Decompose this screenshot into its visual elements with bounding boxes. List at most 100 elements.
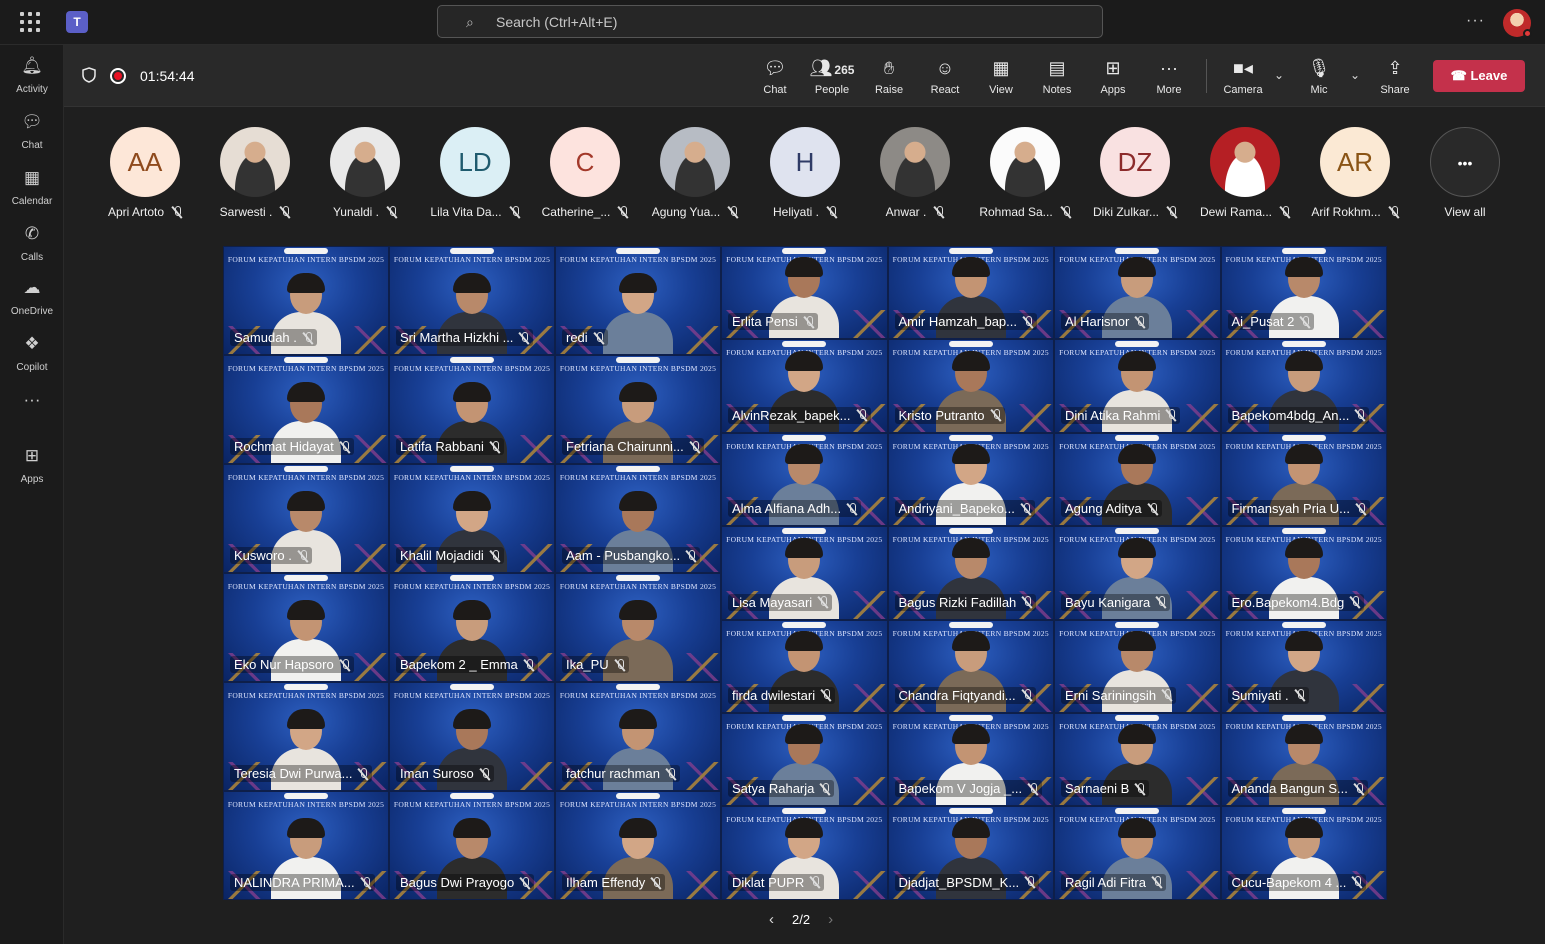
- video-tile[interactable]: FORUM KEPATUHAN INTERN BPSDM 2025 redi: [555, 246, 721, 355]
- next-page-icon[interactable]: ›: [828, 911, 833, 928]
- video-tile[interactable]: FORUM KEPATUHAN INTERN BPSDM 2025 NALINDR…: [223, 791, 389, 900]
- video-tile[interactable]: FORUM KEPATUHAN INTERN BPSDM 2025 Alma Al…: [721, 432, 888, 527]
- raise-button[interactable]: ✋︎ Raise: [861, 56, 917, 100]
- app-launcher-icon[interactable]: [20, 12, 40, 32]
- video-tile[interactable]: FORUM KEPATUHAN INTERN BPSDM 2025 Erlita …: [721, 246, 888, 340]
- roster-participant[interactable]: Yunaldi .: [310, 127, 420, 227]
- mic-button[interactable]: 🎙︎ Mic: [1291, 56, 1347, 100]
- video-tile[interactable]: FORUM KEPATUHAN INTERN BPSDM 2025 Bapekom…: [389, 573, 555, 682]
- event-banner-text: FORUM KEPATUHAN INTERN BPSDM 2025: [227, 691, 385, 700]
- rail-item-onedrive[interactable]: ☁ OneDrive: [0, 269, 64, 321]
- video-tile[interactable]: FORUM KEPATUHAN INTERN BPSDM 2025 Kristo …: [887, 339, 1054, 433]
- apps-button[interactable]: ⊞ Apps: [1085, 56, 1141, 100]
- video-tile[interactable]: FORUM KEPATUHAN INTERN BPSDM 2025 Ilham E…: [555, 791, 721, 900]
- share-button[interactable]: ⇪ Share: [1367, 56, 1423, 100]
- video-tile[interactable]: FORUM KEPATUHAN INTERN BPSDM 2025 Teresia…: [223, 682, 389, 791]
- roster-name: Sarwesti .: [200, 205, 310, 219]
- video-tile[interactable]: FORUM KEPATUHAN INTERN BPSDM 2025 Rochmat…: [223, 355, 389, 464]
- mic-off-icon: [490, 549, 500, 562]
- search-box[interactable]: ⌕: [437, 5, 1103, 38]
- rail-item-copilot[interactable]: ❖ Copilot: [0, 325, 64, 377]
- event-banner-text: FORUM KEPATUHAN INTERN BPSDM 2025: [559, 364, 717, 373]
- video-tile[interactable]: FORUM KEPATUHAN INTERN BPSDM 2025 Diklat …: [721, 806, 888, 900]
- rail-item-calls[interactable]: ✆ Calls: [0, 215, 64, 267]
- video-tile[interactable]: FORUM KEPATUHAN INTERN BPSDM 2025 Ero.Bap…: [1220, 526, 1387, 620]
- roster-participant[interactable]: Agung Yua...: [640, 127, 750, 227]
- video-tile[interactable]: FORUM KEPATUHAN INTERN BPSDM 2025 Samudah…: [223, 246, 389, 355]
- rail-item-activity[interactable]: 🔔︎ Activity: [0, 47, 64, 99]
- roster-participant[interactable]: Dewi Rama...: [1190, 127, 1300, 227]
- roster-participant[interactable]: Sarwesti .: [200, 127, 310, 227]
- profile-avatar[interactable]: [1503, 9, 1532, 38]
- video-tile[interactable]: FORUM KEPATUHAN INTERN BPSDM 2025 Bagus R…: [887, 526, 1054, 620]
- recording-icon: [110, 68, 126, 84]
- video-tile[interactable]: FORUM KEPATUHAN INTERN BPSDM 2025 fatchur…: [555, 682, 721, 791]
- view-all-button[interactable]: ••• View all: [1410, 127, 1520, 227]
- event-logo: [782, 248, 827, 254]
- settings-more-icon[interactable]: ···: [1466, 12, 1485, 30]
- react-button[interactable]: ☺ React: [917, 56, 973, 100]
- rail-item-apps[interactable]: ⊞ Apps: [0, 437, 64, 489]
- video-tile[interactable]: FORUM KEPATUHAN INTERN BPSDM 2025 Kusworo…: [223, 464, 389, 573]
- leave-button[interactable]: ☎ Leave: [1433, 60, 1525, 92]
- video-tile[interactable]: FORUM KEPATUHAN INTERN BPSDM 2025 Bagus D…: [389, 791, 555, 900]
- video-tile[interactable]: FORUM KEPATUHAN INTERN BPSDM 2025 Cucu-Ba…: [1220, 806, 1387, 900]
- rail-item-calendar[interactable]: ▦ Calendar: [0, 159, 64, 211]
- video-tile[interactable]: FORUM KEPATUHAN INTERN BPSDM 2025 Andriya…: [887, 432, 1054, 527]
- camera-options-chevron-icon[interactable]: ⌄: [1274, 68, 1284, 82]
- participant-hair: [287, 709, 325, 729]
- mic-label: Mic: [1310, 84, 1328, 96]
- video-tile[interactable]: FORUM KEPATUHAN INTERN BPSDM 2025 Djadjat…: [887, 806, 1054, 900]
- video-tile[interactable]: FORUM KEPATUHAN INTERN BPSDM 2025 Satya R…: [721, 713, 888, 807]
- roster-participant[interactable]: H Heliyati .: [750, 127, 860, 227]
- video-tile[interactable]: FORUM KEPATUHAN INTERN BPSDM 2025 Amir Ha…: [887, 246, 1054, 340]
- video-tile[interactable]: FORUM KEPATUHAN INTERN BPSDM 2025 Firmans…: [1220, 432, 1387, 527]
- video-tile[interactable]: FORUM KEPATUHAN INTERN BPSDM 2025 Chandra…: [887, 619, 1054, 713]
- video-tile[interactable]: FORUM KEPATUHAN INTERN BPSDM 2025 AlvinRe…: [721, 339, 888, 433]
- video-tile[interactable]: FORUM KEPATUHAN INTERN BPSDM 2025 Erni Sa…: [1054, 619, 1221, 713]
- roster-participant[interactable]: AA Apri Artoto: [90, 127, 200, 227]
- roster-participant[interactable]: Anwar .: [860, 127, 970, 227]
- video-tile[interactable]: FORUM KEPATUHAN INTERN BPSDM 2025 Bapekom…: [887, 713, 1054, 807]
- video-tile[interactable]: FORUM KEPATUHAN INTERN BPSDM 2025 Sumiyat…: [1220, 619, 1387, 713]
- video-tile[interactable]: FORUM KEPATUHAN INTERN BPSDM 2025 Iman Su…: [389, 682, 555, 791]
- video-tile[interactable]: FORUM KEPATUHAN INTERN BPSDM 2025 Eko Nur…: [223, 573, 389, 682]
- video-tile[interactable]: FORUM KEPATUHAN INTERN BPSDM 2025 Ika_PU: [555, 573, 721, 682]
- video-tile[interactable]: FORUM KEPATUHAN INTERN BPSDM 2025 Ananda …: [1220, 713, 1387, 807]
- video-tile[interactable]: FORUM KEPATUHAN INTERN BPSDM 2025 firda d…: [721, 619, 888, 713]
- roster-participant[interactable]: Rohmad Sa...: [970, 127, 1080, 227]
- video-tile[interactable]: FORUM KEPATUHAN INTERN BPSDM 2025 Fetrian…: [555, 355, 721, 464]
- more-button[interactable]: ··· More: [1141, 56, 1197, 100]
- view-button[interactable]: ▦ View: [973, 56, 1029, 100]
- search-input[interactable]: [496, 12, 1056, 32]
- video-tile[interactable]: FORUM KEPATUHAN INTERN BPSDM 2025 Lisa Ma…: [721, 526, 888, 620]
- people-button[interactable]: 👥︎ 265 People: [804, 56, 860, 100]
- roster-participant[interactable]: AR Arif Rokhm...: [1300, 127, 1410, 227]
- chat-button[interactable]: 💬︎ Chat: [747, 56, 803, 100]
- video-tile[interactable]: FORUM KEPATUHAN INTERN BPSDM 2025 Agung A…: [1054, 432, 1221, 527]
- roster-participant[interactable]: LD Lila Vita Da...: [420, 127, 530, 227]
- video-tile[interactable]: FORUM KEPATUHAN INTERN BPSDM 2025 Ragil A…: [1054, 806, 1221, 900]
- video-tile[interactable]: FORUM KEPATUHAN INTERN BPSDM 2025 Sri Mar…: [389, 246, 555, 355]
- video-tile[interactable]: FORUM KEPATUHAN INTERN BPSDM 2025 Dini At…: [1054, 339, 1221, 433]
- participant-hair: [619, 709, 657, 729]
- video-tile[interactable]: FORUM KEPATUHAN INTERN BPSDM 2025 Bayu Ka…: [1054, 526, 1221, 620]
- roster-participant[interactable]: DZ Diki Zulkar...: [1080, 127, 1190, 227]
- notes-button[interactable]: ▤ Notes: [1029, 56, 1085, 100]
- video-tile[interactable]: FORUM KEPATUHAN INTERN BPSDM 2025 Khalil …: [389, 464, 555, 573]
- video-tile[interactable]: FORUM KEPATUHAN INTERN BPSDM 2025 Latifa …: [389, 355, 555, 464]
- video-tile[interactable]: FORUM KEPATUHAN INTERN BPSDM 2025 Bapekom…: [1220, 339, 1387, 433]
- rail-item-chat[interactable]: 💬︎ Chat: [0, 103, 64, 155]
- rail-item-more[interactable]: ···: [0, 381, 64, 433]
- mic-options-chevron-icon[interactable]: ⌄: [1350, 68, 1360, 82]
- video-tile[interactable]: FORUM KEPATUHAN INTERN BPSDM 2025 Al Hari…: [1054, 246, 1221, 340]
- banner-ornament: [1181, 497, 1220, 526]
- camera-button[interactable]: ■◂ Camera: [1215, 56, 1271, 100]
- video-tile[interactable]: FORUM KEPATUHAN INTERN BPSDM 2025 Ai_Pusa…: [1220, 246, 1387, 340]
- previous-page-icon[interactable]: ‹: [769, 911, 774, 928]
- video-tile[interactable]: FORUM KEPATUHAN INTERN BPSDM 2025 Aam - P…: [555, 464, 721, 573]
- roster-participant[interactable]: C Catherine_...: [530, 127, 640, 227]
- video-tile[interactable]: FORUM KEPATUHAN INTERN BPSDM 2025 Sarnaen…: [1054, 713, 1221, 807]
- participant-name: Sumiyati .: [1231, 687, 1289, 703]
- participant-name: Heliyati .: [772, 205, 819, 219]
